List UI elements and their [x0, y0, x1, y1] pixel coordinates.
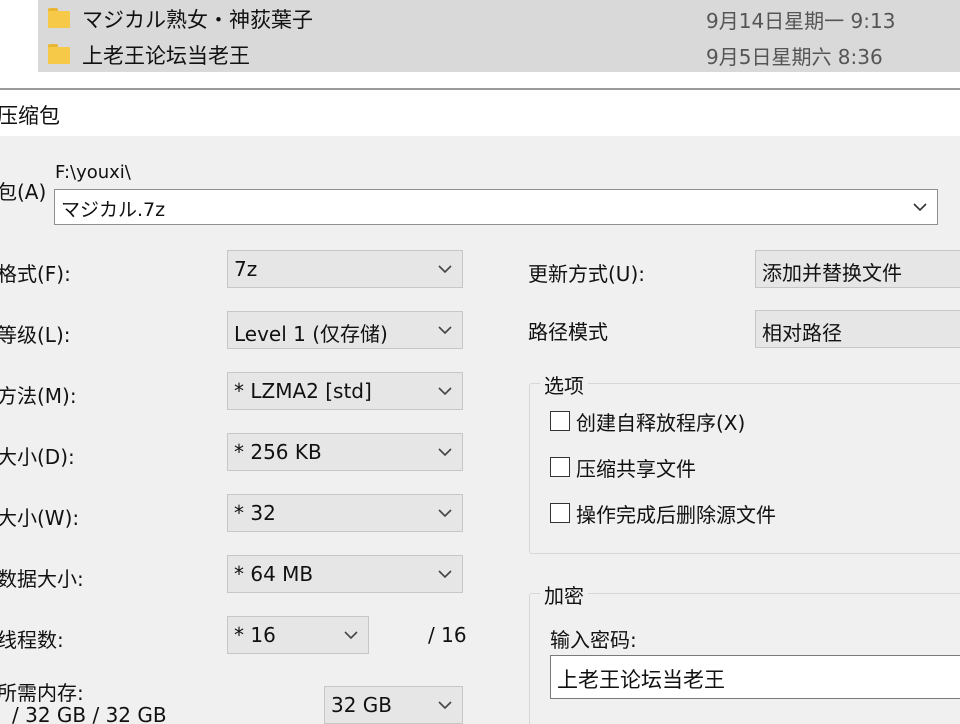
method-combo[interactable]: * LZMA2 [std]: [227, 372, 463, 410]
file-date: 9月5日星期六 8:36: [706, 45, 883, 69]
archive-path: F:\youxi\: [55, 162, 131, 183]
checkbox-icon[interactable]: [550, 411, 570, 431]
file-name: 上老王论坛当老王: [82, 44, 250, 68]
sfx-checkbox[interactable]: 创建自释放程序(X): [550, 406, 745, 436]
threads-max: / 16: [428, 623, 467, 647]
options-group-title: 选项: [540, 370, 588, 399]
password-label: 输入密码:: [550, 628, 637, 652]
method-value: * LZMA2 [std]: [234, 379, 372, 403]
word-size-value: * 32: [234, 501, 276, 525]
chevron-down-icon[interactable]: [913, 202, 927, 212]
threads-combo[interactable]: * 16: [227, 616, 369, 654]
encryption-group-title: 加密: [540, 580, 588, 609]
word-size-label: 大小(W):: [0, 506, 80, 530]
dialog-titlebar: 压缩包: [0, 90, 960, 136]
delete-after-checkbox[interactable]: 操作完成后删除源文件: [550, 498, 776, 528]
method-label: 方法(M):: [0, 384, 77, 408]
folder-icon: [48, 8, 70, 28]
file-explorer-list: マジカル熟女・神荻葉子 9月14日星期一 9:13 上老王论坛当老王 9月5日星…: [0, 0, 960, 88]
dictionary-value: * 256 KB: [234, 440, 322, 464]
level-label: 等级(L):: [0, 323, 71, 347]
chevron-down-icon[interactable]: [438, 569, 452, 579]
path-mode-label: 路径模式: [528, 320, 608, 344]
list-item[interactable]: マジカル熟女・神荻葉子 9月14日星期一 9:13: [38, 0, 960, 36]
options-group: 选项 创建自释放程序(X) 压缩共享文件 操作完成后删除源文件: [529, 370, 960, 554]
chevron-down-icon[interactable]: [438, 447, 452, 457]
sfx-checkbox-label: 创建自释放程序(X): [576, 410, 746, 435]
threads-value: * 16: [234, 623, 276, 647]
file-name: マジカル熟女・神荻葉子: [82, 8, 313, 32]
level-value: Level 1 (仅存储): [234, 322, 388, 346]
chevron-down-icon[interactable]: [438, 386, 452, 396]
dictionary-combo[interactable]: * 256 KB: [227, 433, 463, 471]
path-mode-value: 相对路径: [762, 321, 842, 345]
format-value: 7z: [234, 257, 258, 281]
memory-info: / 32 GB / 32 GB: [12, 703, 167, 724]
dictionary-label: 大小(D):: [0, 445, 75, 469]
update-mode-value: 添加并替换文件: [762, 261, 902, 285]
block-size-label: 数据大小:: [0, 567, 84, 591]
level-combo[interactable]: Level 1 (仅存储): [227, 311, 463, 349]
dialog-title: 压缩包: [0, 104, 60, 128]
path-mode-combo[interactable]: 相对路径: [755, 310, 960, 348]
file-date: 9月14日星期一 9:13: [706, 9, 896, 33]
block-size-value: * 64 MB: [234, 562, 314, 586]
shared-files-checkbox-label: 压缩共享文件: [576, 456, 696, 481]
checkbox-icon[interactable]: [550, 503, 570, 523]
checkbox-icon[interactable]: [550, 457, 570, 477]
update-mode-label: 更新方式(U):: [528, 262, 645, 286]
memory-combo[interactable]: 32 GB: [324, 686, 463, 724]
memory-label: 所需内存:: [0, 681, 84, 705]
threads-label: 线程数:: [0, 628, 64, 652]
password-input[interactable]: 上老王论坛当老王: [550, 655, 960, 699]
format-combo[interactable]: 7z: [227, 250, 463, 288]
archive-label: 包(A): [0, 180, 47, 204]
add-to-archive-dialog: 压缩包 包(A) F:\youxi\ マジカル.7z 格式(F): 等级(L):…: [0, 88, 960, 724]
chevron-down-icon[interactable]: [438, 508, 452, 518]
chevron-down-icon[interactable]: [438, 325, 452, 335]
archive-name-value: マジカル.7z: [61, 199, 166, 221]
update-mode-combo[interactable]: 添加并替换文件: [755, 250, 960, 288]
list-item[interactable]: 上老王论坛当老王 9月5日星期六 8:36: [38, 36, 960, 72]
encryption-group: 加密 输入密码: 上老王论坛当老王: [529, 580, 960, 724]
chevron-down-icon[interactable]: [438, 264, 452, 274]
shared-files-checkbox[interactable]: 压缩共享文件: [550, 452, 696, 482]
archive-name-combo[interactable]: マジカル.7z: [54, 189, 938, 225]
chevron-down-icon[interactable]: [344, 630, 358, 640]
block-size-combo[interactable]: * 64 MB: [227, 555, 463, 593]
memory-value: 32 GB: [331, 693, 393, 717]
format-label: 格式(F):: [0, 262, 71, 286]
password-value: 上老王论坛当老王: [557, 668, 725, 692]
chevron-down-icon[interactable]: [438, 700, 452, 710]
word-size-combo[interactable]: * 32: [227, 494, 463, 532]
delete-after-checkbox-label: 操作完成后删除源文件: [576, 502, 776, 527]
folder-icon: [48, 44, 70, 64]
